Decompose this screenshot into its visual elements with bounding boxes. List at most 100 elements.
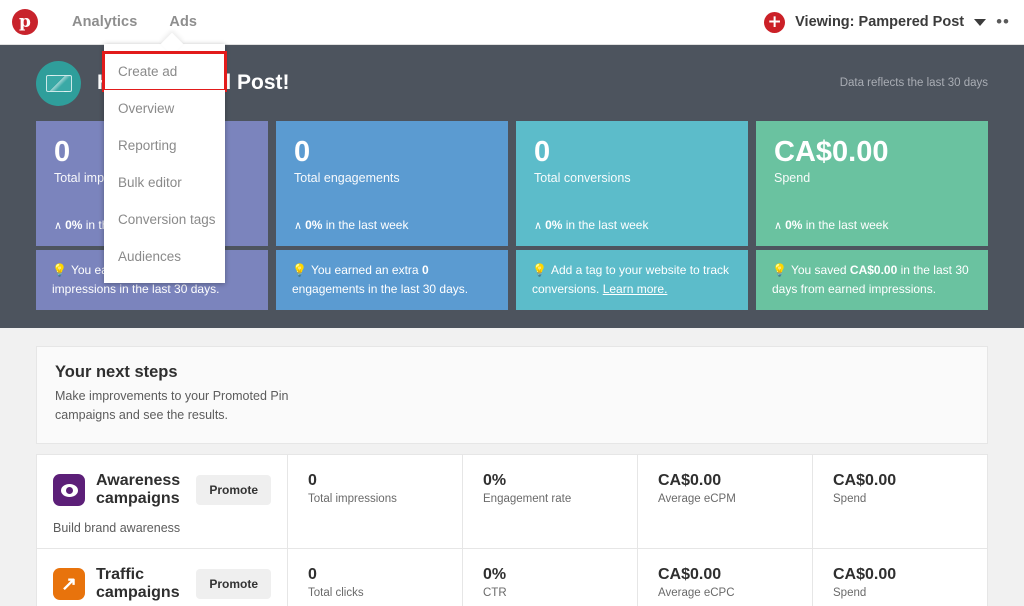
stat-delta-text: in the last week xyxy=(802,218,889,232)
lightbulb-icon: 💡 xyxy=(772,263,787,277)
metric-value: CA$0.00 xyxy=(658,565,722,583)
stat-delta-value: 0% xyxy=(305,218,323,232)
stat-card-tip: 💡 You saved CA$0.00 in the last 30 days f… xyxy=(756,250,988,311)
metric-label: Total clicks xyxy=(308,586,364,599)
campaign-metric: CA$0.00 Spend xyxy=(813,455,987,548)
tip-prefix: You saved xyxy=(790,263,850,277)
campaign-metric: CA$0.00 Average eCPM xyxy=(638,454,813,548)
lightbulb-icon: 💡 xyxy=(532,263,547,277)
stat-label: Spend xyxy=(774,171,811,186)
stat-value: 0 xyxy=(294,136,311,168)
stat-card-tip: 💡 You earned an extra 0 engagements in th… xyxy=(276,250,508,311)
tip-suffix: impressions in the last 30 days. xyxy=(52,281,220,296)
campaign-info: ↗ Traffic campaigns Promote Drive traffi… xyxy=(37,548,288,606)
campaign-metric: 0% Engagement rate xyxy=(463,454,638,548)
metric-value: 0% xyxy=(483,565,507,583)
chevron-up-icon: ∧ xyxy=(774,220,783,232)
tip-bold: CA$0.00 xyxy=(849,263,898,277)
chevron-down-icon[interactable] xyxy=(974,18,987,26)
stat-delta: ∧0% in the last week xyxy=(534,218,648,232)
next-steps-subtitle: Make improvements to your Promoted Pin c… xyxy=(55,389,289,422)
stat-card-spend: CA$0.00 Spend ∧ 0% in the last week 💡 You … xyxy=(756,121,988,311)
next-steps-title: Your next steps xyxy=(55,363,178,381)
tip-prefix: You earned an extra xyxy=(310,263,422,277)
next-steps-section: Your next steps Make improvements to you… xyxy=(0,328,1024,606)
metric-value: 0% xyxy=(483,471,507,489)
stat-delta-text: in the last week xyxy=(322,218,409,232)
menu-item-overview[interactable]: Overview xyxy=(104,90,225,127)
stat-delta-text: in the last week xyxy=(562,218,649,232)
promote-button[interactable]: Promote xyxy=(196,475,271,506)
tip-bold: 0 xyxy=(421,263,429,277)
nav-link-ads[interactable]: Ads xyxy=(169,14,197,30)
menu-item-conversion-tags[interactable]: Conversion tags xyxy=(104,201,225,238)
metric-value: 0 xyxy=(308,565,317,583)
campaign-metric: CA$0.00 Average eCPC xyxy=(638,548,813,606)
menu-item-audiences[interactable]: Audiences xyxy=(104,238,225,275)
stat-label: Total conversions xyxy=(534,171,631,186)
metric-label: Spend xyxy=(833,492,867,505)
menu-item-bulk-editor[interactable]: Bulk editor xyxy=(104,164,225,201)
stat-value: CA$0.00 xyxy=(774,136,889,168)
metric-label: Engagement rate xyxy=(483,492,572,505)
stat-delta-value: 0% xyxy=(65,218,83,232)
metric-value: CA$0.00 xyxy=(833,471,897,489)
stat-card-conversions: 0 Total conversions ∧ 0% in the last week… xyxy=(516,121,748,311)
learn-more-link[interactable]: Learn more. xyxy=(603,282,668,296)
chevron-up-icon: ∧ xyxy=(54,220,63,232)
stat-label: Total engagements xyxy=(294,171,400,186)
campaign-info: Awareness campaigns Promote Build brand … xyxy=(37,454,288,548)
chevron-up-icon: ∧ xyxy=(534,220,543,232)
campaign-description: Build brand awareness xyxy=(53,521,181,536)
stat-delta-value: 0% xyxy=(545,218,563,232)
nav-link-analytics[interactable]: Analytics xyxy=(72,14,137,30)
campaign-metric: 0% CTR xyxy=(463,548,638,606)
next-steps-card: Your next steps Make improvements to you… xyxy=(36,346,988,444)
stat-delta: ∧0% in the last week xyxy=(774,218,888,232)
stat-value: 0 xyxy=(534,136,551,168)
avatar xyxy=(36,60,81,106)
lightbulb-icon: 💡 xyxy=(52,263,67,277)
eye-pupil xyxy=(65,486,73,494)
metric-value: 0 xyxy=(308,471,317,489)
promote-button[interactable]: Promote xyxy=(196,569,271,600)
campaign-header: Awareness campaigns Promote xyxy=(53,472,271,510)
stat-card-body: CA$0.00 Spend ∧ 0% in the last week xyxy=(756,121,988,246)
chevron-up-icon: ∧ xyxy=(294,220,303,232)
menu-item-reporting[interactable]: Reporting xyxy=(104,127,225,164)
campaign-header: ↗ Traffic campaigns Promote xyxy=(53,566,271,604)
campaign-row-awareness: Awareness campaigns Promote Build brand … xyxy=(36,453,988,549)
stat-delta-value: 0% xyxy=(785,218,803,232)
metric-label: CTR xyxy=(483,586,507,599)
campaign-name: Traffic campaigns xyxy=(96,565,180,602)
stat-delta: ∧0% in the last week xyxy=(294,218,408,232)
eye-outline xyxy=(60,483,78,497)
eye-icon xyxy=(53,474,85,507)
metric-label: Average eCPC xyxy=(658,586,735,599)
create-plus-icon[interactable]: + xyxy=(764,11,786,33)
lightbulb-icon: 💡 xyxy=(292,263,307,277)
campaign-row-traffic: ↗ Traffic campaigns Promote Drive traffi… xyxy=(36,548,988,606)
menu-item-create-ad[interactable]: Create ad xyxy=(102,51,227,92)
campaign-metric: 0 Total clicks xyxy=(288,548,463,606)
metric-label: Total impressions xyxy=(308,492,397,505)
top-navigation-bar: p Analytics Ads + Viewing: Pampered Post… xyxy=(0,0,1024,45)
ads-dropdown-menu[interactable]: Create ad Overview Reporting Bulk editor… xyxy=(102,32,227,283)
stat-card-body: 0 Total conversions ∧ 0% in the last week xyxy=(516,121,748,246)
campaign-metric: 0 Total impressions xyxy=(288,454,463,548)
avatar-image xyxy=(45,74,72,92)
data-range-note: Data reflects the last 30 days xyxy=(839,77,988,89)
campaign-metric: CA$0.00 Spend xyxy=(813,549,987,606)
more-options-icon[interactable]: •• xyxy=(996,13,1010,30)
metric-label: Average eCPM xyxy=(658,492,736,505)
arrow-up-right-icon: ↗ xyxy=(53,568,85,601)
stat-card-tip: 💡 Add a tag to your website to track conv… xyxy=(516,250,748,311)
stat-card-engagements: 0 Total engagements ∧ 0% in the last week… xyxy=(276,121,508,311)
arrow-glyph: ↗ xyxy=(61,573,77,595)
viewing-account-label[interactable]: Viewing: Pampered Post xyxy=(795,14,964,30)
stat-card-body: 0 Total engagements ∧ 0% in the last week xyxy=(276,121,508,246)
tip-suffix: engagements in the last 30 days. xyxy=(292,281,469,296)
metric-value: CA$0.00 xyxy=(833,565,897,583)
pinterest-logo-icon[interactable]: p xyxy=(12,9,38,35)
campaign-name: Awareness campaigns xyxy=(96,471,181,508)
